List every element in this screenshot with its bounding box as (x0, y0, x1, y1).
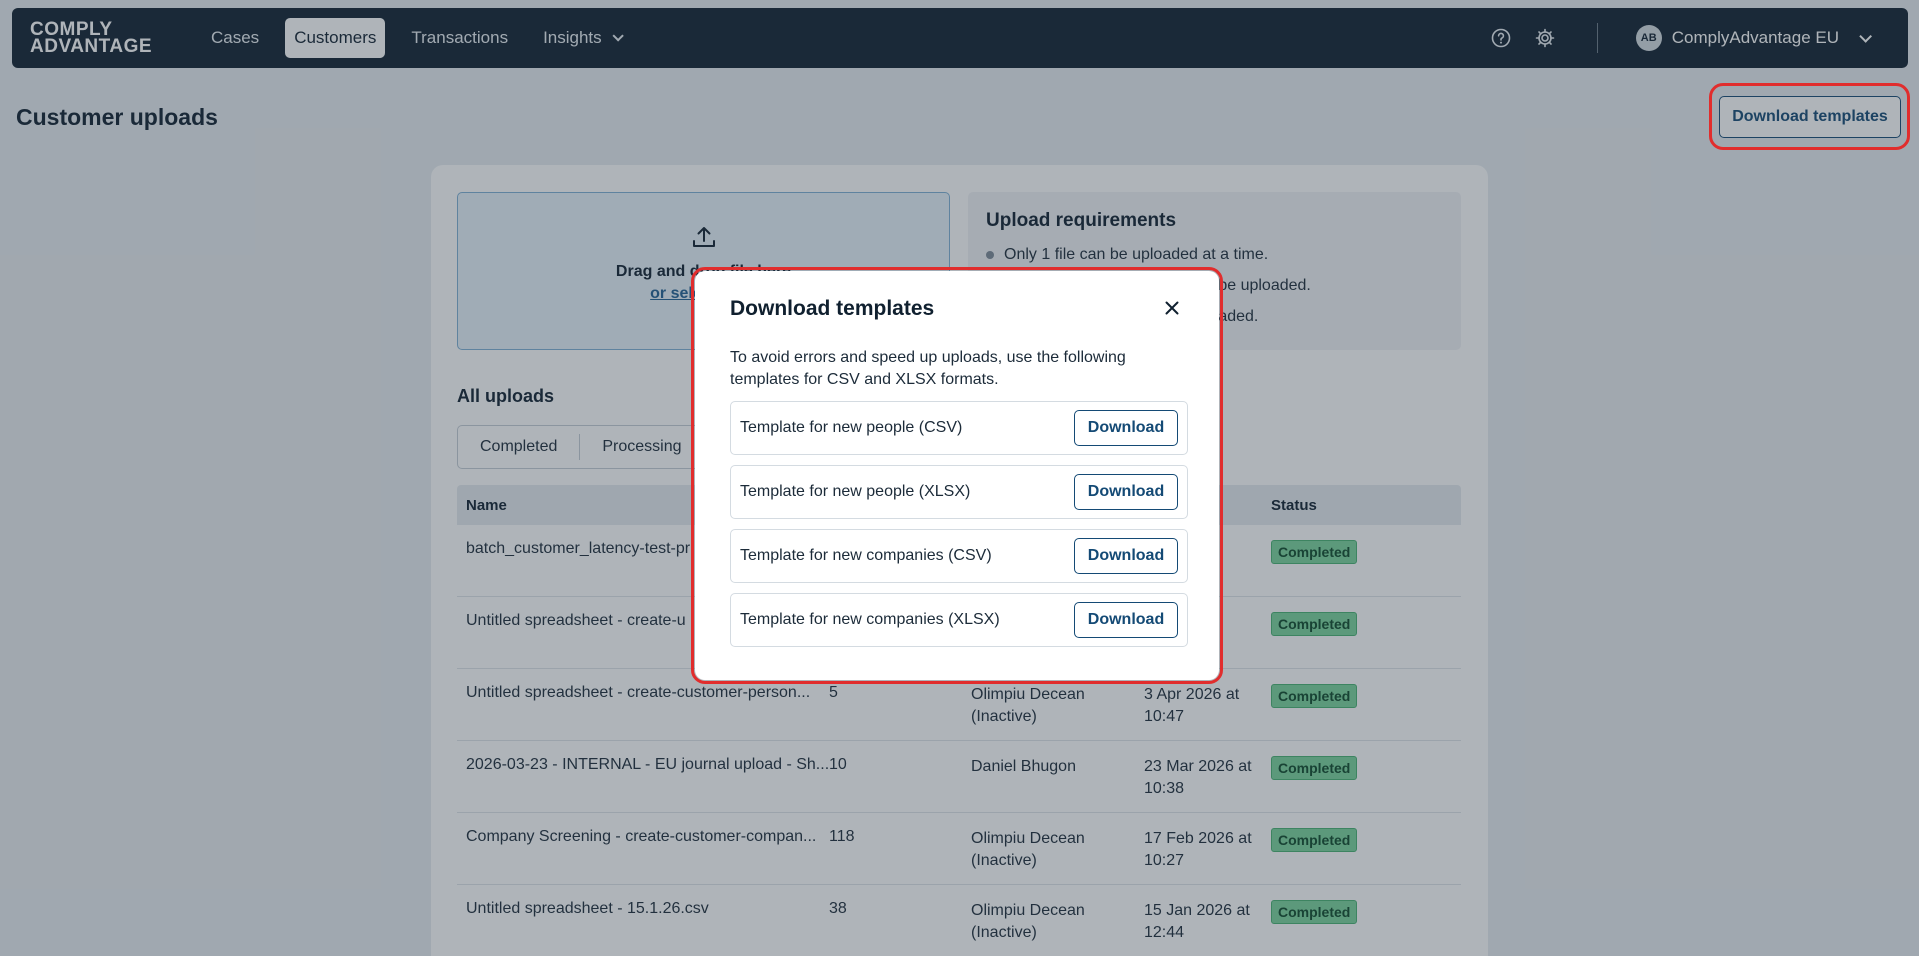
close-icon[interactable] (1163, 299, 1181, 317)
modal-description: To avoid errors and speed up uploads, us… (730, 349, 1126, 388)
template-label: Template for new people (XLSX) (740, 483, 971, 500)
template-row-companies-xlsx: Template for new companies (XLSX) Downlo… (730, 593, 1188, 647)
template-label: Template for new people (CSV) (740, 419, 963, 436)
template-row-people-xlsx: Template for new people (XLSX) Download (730, 465, 1188, 519)
download-button[interactable]: Download (1074, 538, 1178, 574)
template-label: Template for new companies (CSV) (740, 547, 992, 564)
download-templates-modal: Download templates To avoid errors and s… (695, 271, 1219, 680)
template-label: Template for new companies (XLSX) (740, 611, 1000, 628)
modal-title: Download templates (730, 297, 935, 320)
download-button[interactable]: Download (1074, 602, 1178, 638)
template-row-companies-csv: Template for new companies (CSV) Downloa… (730, 529, 1188, 583)
template-row-people-csv: Template for new people (CSV) Download (730, 401, 1188, 455)
download-button[interactable]: Download (1074, 410, 1178, 446)
download-button[interactable]: Download (1074, 474, 1178, 510)
